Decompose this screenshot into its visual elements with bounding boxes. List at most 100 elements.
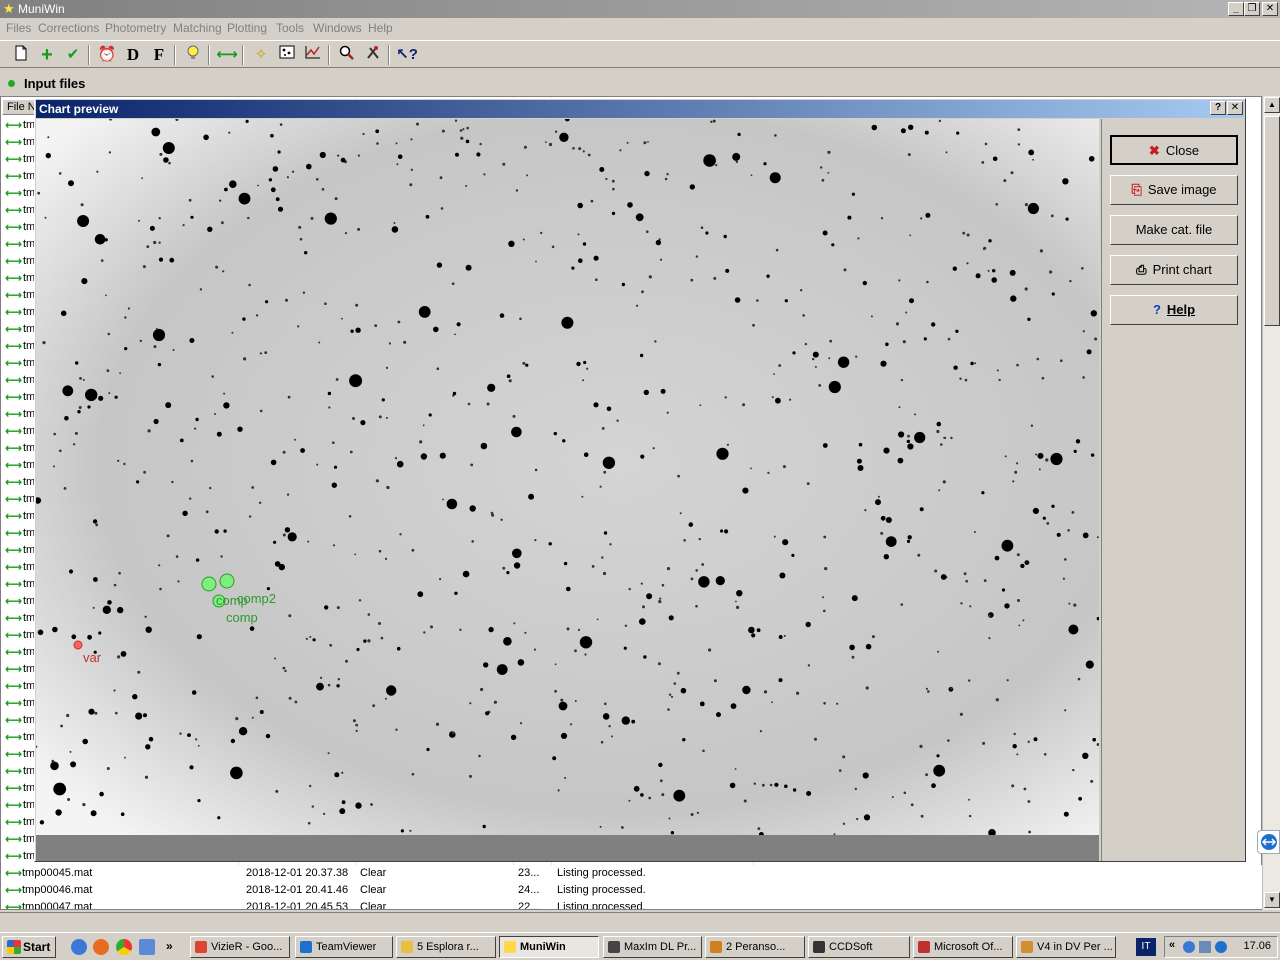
star <box>139 339 142 343</box>
tools-icon[interactable] <box>362 45 384 65</box>
taskbar-task-0[interactable]: VizieR - Goo... <box>190 936 290 958</box>
star <box>838 769 842 772</box>
taskbar-task-6[interactable]: CCDSoft <box>808 936 910 958</box>
print-chart-button[interactable]: ⎙ Print chart <box>1110 255 1238 285</box>
windows-flag-icon <box>7 940 21 954</box>
comp2-marker[interactable] <box>201 576 217 592</box>
star <box>499 313 505 318</box>
alarm-icon[interactable]: ⏰ <box>96 45 118 65</box>
tray-ie-icon[interactable] <box>1183 941 1195 953</box>
var-marker[interactable] <box>73 640 83 650</box>
scroll-up-button[interactable]: ▲ <box>1264 97 1280 113</box>
star <box>88 708 95 715</box>
star <box>362 132 365 136</box>
close-window-button[interactable]: ✕ <box>1262 2 1278 16</box>
menu-tools[interactable]: Tools <box>276 21 304 35</box>
table-row[interactable]: ⟷ tmp00047.mat 2018-12-01 20.45.53 Clear… <box>1 899 1263 909</box>
star <box>165 402 172 409</box>
menu-matching[interactable]: Matching <box>173 21 222 35</box>
menu-photometry[interactable]: Photometry <box>105 21 166 35</box>
star <box>680 687 687 694</box>
star <box>823 535 827 539</box>
table-row[interactable]: ⟷ tmp00045.mat 2018-12-01 20.37.38 Clear… <box>1 865 1263 882</box>
star <box>45 152 51 159</box>
star <box>355 723 359 727</box>
file-name-column-header[interactable]: File N <box>2 99 38 115</box>
vertical-scrollbar[interactable]: ▲ ▼ <box>1262 96 1280 910</box>
star <box>823 702 826 705</box>
quicklaunch-more-icon[interactable]: » <box>166 939 176 955</box>
help-pointer-icon[interactable]: ↖? <box>396 45 418 65</box>
scroll-thumb[interactable] <box>1264 116 1280 326</box>
taskbar-task-1[interactable]: TeamViewer <box>295 936 393 958</box>
star <box>259 409 263 413</box>
star-icon[interactable]: ✧ <box>250 45 272 65</box>
taskbar-task-7[interactable]: Microsoft Of... <box>913 936 1013 958</box>
chrome-icon[interactable] <box>116 939 132 955</box>
star <box>644 170 650 177</box>
flat-icon[interactable]: F <box>148 45 170 65</box>
make-cat-file-button[interactable]: Make cat. file <box>1110 215 1238 245</box>
star <box>583 452 589 458</box>
menu-windows[interactable]: Windows <box>313 21 362 35</box>
star <box>906 539 911 543</box>
tray-teamviewer-icon[interactable] <box>1215 941 1227 953</box>
ie-icon[interactable] <box>71 939 87 955</box>
start-button[interactable]: Start <box>2 936 56 958</box>
dark-icon[interactable]: D <box>122 45 144 65</box>
restore-button[interactable]: ❐ <box>1244 2 1260 16</box>
star <box>393 222 396 224</box>
zoom-icon[interactable] <box>336 45 358 65</box>
check-icon[interactable]: ✔ <box>62 45 84 65</box>
save-image-button[interactable]: ⎘ Save image <box>1110 175 1238 205</box>
match-icon[interactable] <box>276 45 298 65</box>
firefox-icon[interactable] <box>93 939 109 955</box>
add-icon[interactable]: + <box>36 45 58 65</box>
help-button[interactable]: ? Help <box>1110 295 1238 325</box>
dialog-help-button[interactable]: ? <box>1210 101 1226 115</box>
star <box>1082 330 1085 333</box>
star <box>1067 529 1070 532</box>
tray-expand-icon[interactable]: « <box>1169 939 1175 951</box>
tray-network-icon[interactable] <box>1199 941 1211 953</box>
star <box>258 501 262 504</box>
plot-icon[interactable] <box>302 45 324 65</box>
menu-files[interactable]: Files <box>6 21 31 35</box>
new-icon[interactable] <box>10 45 32 65</box>
star <box>695 255 699 258</box>
comp2-marker-b[interactable] <box>219 573 235 589</box>
star <box>829 339 833 343</box>
teamviewer-side-tab[interactable] <box>1257 830 1280 854</box>
star <box>1090 779 1094 783</box>
star <box>452 391 457 396</box>
quicklaunch-app-icon[interactable] <box>139 939 155 955</box>
star <box>1010 171 1014 175</box>
dialog-close-x-button[interactable]: ✕ <box>1227 101 1243 115</box>
star <box>39 820 45 825</box>
star <box>716 712 721 718</box>
star <box>1062 178 1069 185</box>
table-row[interactable]: ⟷ tmp00046.mat 2018-12-01 20.41.46 Clear… <box>1 882 1263 899</box>
star <box>1024 287 1028 291</box>
star-chart-image[interactable]: comp comp2 comp var <box>36 119 1099 835</box>
star <box>974 362 977 365</box>
taskbar-task-4[interactable]: MaxIm DL Pr... <box>603 936 702 958</box>
menu-help[interactable]: Help <box>368 21 393 35</box>
taskbar-task-8[interactable]: V4 in DV Per ... <box>1016 936 1116 958</box>
taskbar-task-2[interactable]: 5 Esplora r... <box>396 936 496 958</box>
minimize-button[interactable]: _ <box>1228 2 1244 16</box>
taskbar-task-5[interactable]: 2 Peranso... <box>705 936 805 958</box>
taskbar-task-3[interactable]: MuniWin <box>499 936 599 958</box>
menu-corrections[interactable]: Corrections <box>38 21 99 35</box>
menu-plotting[interactable]: Plotting <box>227 21 267 35</box>
star <box>1071 511 1075 514</box>
arrows-icon[interactable]: ⟷ <box>216 45 238 65</box>
star <box>729 782 736 789</box>
language-indicator[interactable]: IT <box>1136 938 1156 956</box>
star <box>397 154 403 159</box>
close-button[interactable]: ✖ Close <box>1110 135 1238 165</box>
teamviewer-icon <box>1261 834 1277 850</box>
scroll-down-button[interactable]: ▼ <box>1264 892 1280 908</box>
bulb-icon[interactable] <box>182 45 204 65</box>
star <box>925 212 931 218</box>
